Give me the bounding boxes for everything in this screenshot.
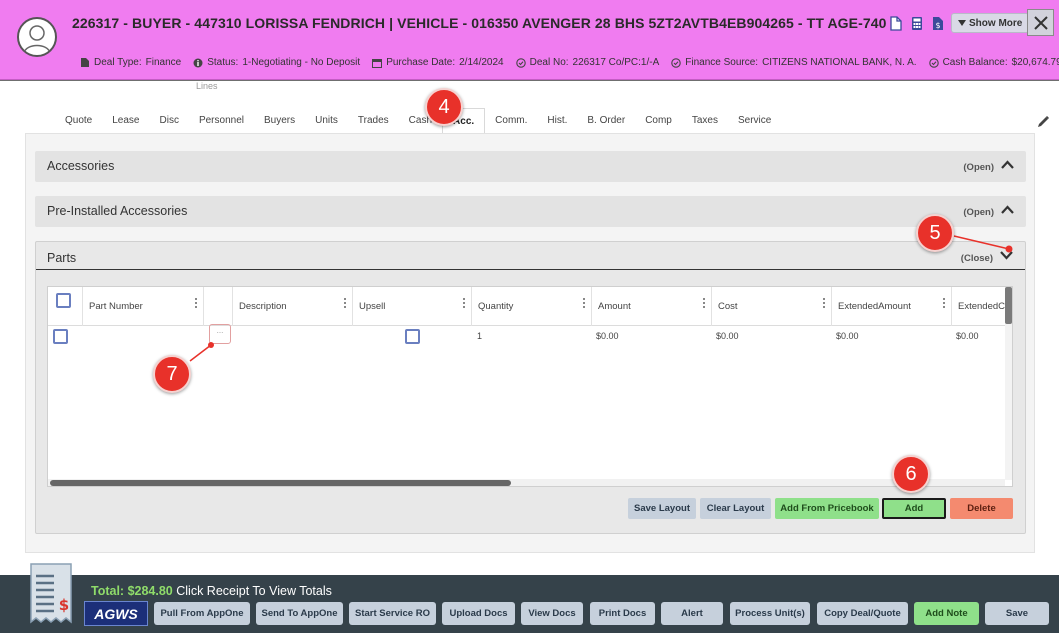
agws-menu-logo[interactable]: AGWS [84, 601, 148, 626]
step-marker-6: 6 [892, 455, 930, 493]
add-note-button[interactable]: Add Note [914, 602, 979, 625]
annotation-lines [189, 235, 1013, 362]
total-hint: Click Receipt To View Totals [176, 584, 332, 598]
step-marker-4: 4 [425, 88, 463, 126]
view-docs-button[interactable]: View Docs [521, 602, 583, 625]
copy-deal-quote-button[interactable]: Copy Deal/Quote [817, 602, 908, 625]
step-marker-7: 7 [153, 355, 191, 393]
receipt-icon[interactable]: $ [27, 562, 79, 628]
print-docs-button[interactable]: Print Docs [590, 602, 655, 625]
start-service-ro-button[interactable]: Start Service RO [349, 602, 436, 625]
save-button[interactable]: Save [985, 602, 1049, 625]
upload-docs-button[interactable]: Upload Docs [442, 602, 515, 625]
total-summary: Total: $284.80 Click Receipt To View Tot… [91, 584, 332, 598]
total-amount: Total: $284.80 [91, 584, 173, 598]
alert-button[interactable]: Alert [661, 602, 723, 625]
send-to-appone-button[interactable]: Send To AppOne [256, 602, 343, 625]
step-marker-5: 5 [916, 214, 954, 252]
pull-from-appone-button[interactable]: Pull From AppOne [154, 602, 250, 625]
process-units-button[interactable]: Process Unit(s) [730, 602, 810, 625]
svg-text:$: $ [59, 596, 69, 614]
